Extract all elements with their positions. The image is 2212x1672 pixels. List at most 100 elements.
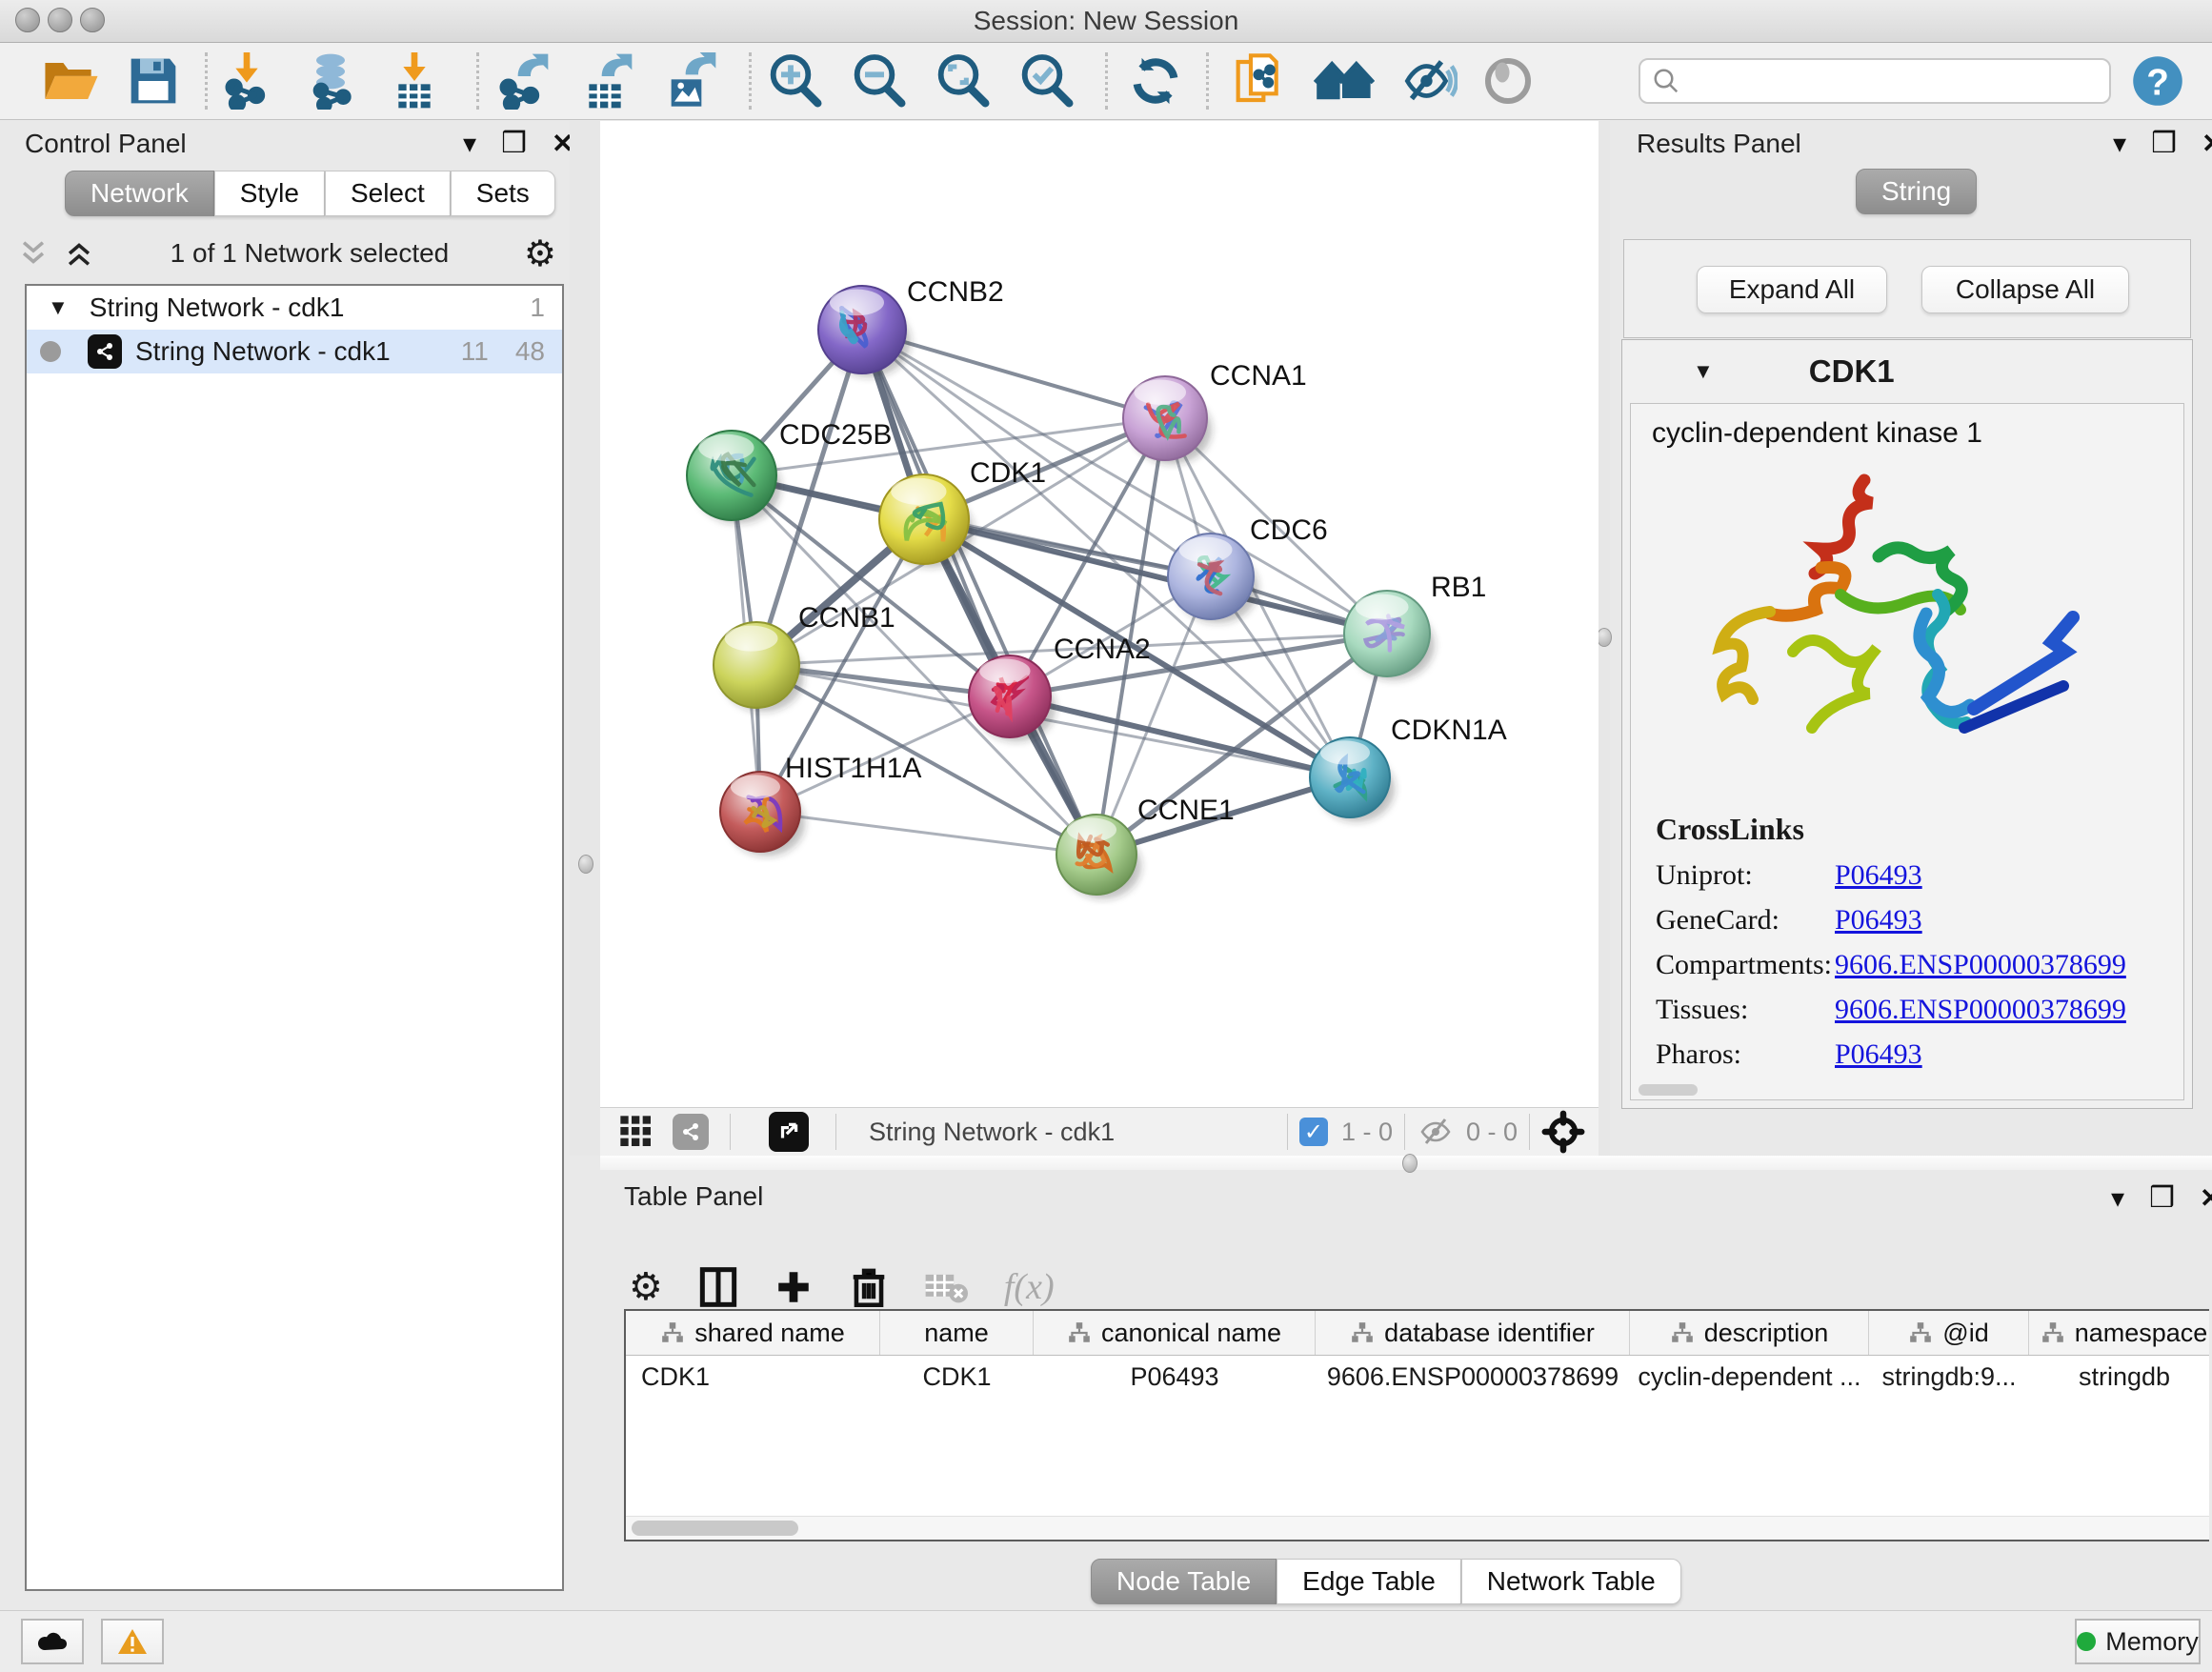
collapse-all-icon[interactable] (63, 237, 95, 270)
window-close-button[interactable] (15, 8, 40, 32)
network-edge[interactable] (1010, 696, 1350, 777)
left-splitter[interactable] (570, 121, 600, 1156)
zoom-out-icon[interactable] (846, 50, 913, 111)
table-hscrollbar-thumb[interactable] (632, 1521, 798, 1536)
export-image-icon[interactable] (655, 50, 722, 111)
add-column-icon[interactable] (774, 1267, 814, 1307)
table-cell[interactable]: stringdb (2029, 1356, 2212, 1398)
network-node-HIST1H1A[interactable]: HIST1H1A (720, 753, 921, 856)
import-network-database-icon[interactable] (297, 50, 364, 111)
network-collection-row[interactable]: ▼ String Network - cdk1 1 (27, 286, 562, 330)
tab-node-table[interactable]: Node Table (1091, 1559, 1277, 1604)
expand-all-icon[interactable] (17, 237, 50, 270)
zoom-in-icon[interactable] (762, 50, 829, 111)
network-edge[interactable] (760, 812, 1096, 855)
network-row[interactable]: String Network - cdk1 11 48 (27, 330, 562, 373)
table-row[interactable]: CDK1CDK1P064939606.ENSP00000378699cyclin… (626, 1356, 2209, 1398)
network-node-CCNA1[interactable]: CCNA1 (1123, 360, 1307, 464)
network-canvas[interactable]: CCNB2CCNA1CDC25BCDK1CDC6RB1CCNB1CCNA2CDK… (600, 121, 1599, 1107)
collection-collapse-icon[interactable]: ▼ (48, 295, 69, 320)
tab-style[interactable]: Style (214, 171, 325, 216)
horizontal-splitter[interactable] (600, 1156, 2212, 1170)
network-node-CDKN1A[interactable]: CDKN1A (1310, 715, 1507, 821)
houses-icon[interactable] (1311, 50, 1377, 111)
results-entry-header[interactable]: ▼ CDK1 (1622, 340, 2192, 403)
tab-select[interactable]: Select (325, 171, 451, 216)
column-header-canonical-name[interactable]: canonical name (1034, 1311, 1316, 1355)
crosslink-link[interactable]: P06493 (1835, 859, 1922, 892)
table-hscrollbar[interactable] (626, 1516, 2209, 1540)
window-minimize-button[interactable] (48, 8, 72, 32)
search-input[interactable] (1639, 58, 2111, 104)
import-table-icon[interactable] (381, 50, 448, 111)
column-header--id[interactable]: @id (1869, 1311, 2029, 1355)
export-network-icon[interactable] (488, 50, 554, 111)
tab-string[interactable]: String (1856, 169, 1977, 214)
crosslink-link[interactable]: P06493 (1835, 904, 1922, 937)
tab-edge-table[interactable]: Edge Table (1277, 1559, 1461, 1604)
tab-network[interactable]: Network (65, 171, 214, 216)
results-scrollbar-thumb[interactable] (1639, 1084, 1698, 1096)
network-node-CDK1[interactable]: CDK1 (879, 457, 1046, 568)
hide-eye-icon[interactable] (1395, 50, 1461, 111)
warning-button[interactable] (101, 1619, 164, 1664)
column-header-name[interactable]: name (880, 1311, 1034, 1355)
search-input-field[interactable] (1680, 66, 2109, 97)
export-table-icon[interactable] (572, 50, 638, 111)
column-header-namespace[interactable]: namespace (2029, 1311, 2212, 1355)
open-session-icon[interactable] (38, 50, 105, 111)
zoom-selected-icon[interactable] (1014, 50, 1080, 111)
right-splitter[interactable] (1599, 121, 1610, 1156)
results-panel-close-icon[interactable]: ✕ (2202, 128, 2212, 159)
table-gear-icon[interactable]: ⚙ (629, 1265, 663, 1309)
network-type-badge-icon[interactable] (673, 1114, 709, 1150)
table-panel-menu-icon[interactable]: ▾ (2111, 1182, 2124, 1214)
tab-network-table[interactable]: Network Table (1461, 1559, 1681, 1604)
column-header-database-identifier[interactable]: database identifier (1316, 1311, 1630, 1355)
network-node-RB1[interactable]: RB1 (1344, 572, 1486, 680)
table-cell[interactable]: CDK1 (626, 1356, 880, 1398)
entry-collapse-icon[interactable]: ▼ (1693, 359, 1714, 384)
column-header-shared-name[interactable]: shared name (626, 1311, 880, 1355)
zoom-fit-icon[interactable] (930, 50, 996, 111)
help-icon[interactable]: ? (2124, 50, 2191, 111)
cloud-button[interactable] (21, 1619, 84, 1664)
control-panel-float-icon[interactable]: ❒ (501, 127, 527, 160)
node-table[interactable]: shared namenamecanonical namedatabase id… (624, 1309, 2209, 1541)
network-node-CCNE1[interactable]: CCNE1 (1056, 795, 1235, 898)
table-cell[interactable]: CDK1 (880, 1356, 1034, 1398)
network-options-gear-icon[interactable]: ⚙ (524, 232, 556, 274)
table-cell[interactable]: P06493 (1034, 1356, 1316, 1398)
table-cell[interactable]: cyclin-dependent ... (1630, 1356, 1869, 1398)
control-panel-menu-icon[interactable]: ▾ (463, 128, 476, 159)
show-columns-icon[interactable] (699, 1266, 737, 1308)
results-panel-float-icon[interactable]: ❒ (2151, 127, 2177, 160)
left-splitter-handle[interactable] (578, 855, 593, 874)
crosslink-link[interactable]: P06493 (1835, 1038, 1922, 1071)
clone-network-icon[interactable] (1227, 50, 1294, 111)
network-edge-count: 48 (515, 336, 545, 367)
table-cell[interactable]: stringdb:9... (1869, 1356, 2029, 1398)
save-session-icon[interactable] (120, 50, 187, 111)
delete-column-icon[interactable] (850, 1266, 888, 1308)
crosshair-icon[interactable] (1541, 1110, 1585, 1154)
refresh-icon[interactable] (1122, 50, 1189, 111)
memory-button[interactable]: Memory (2075, 1619, 2201, 1664)
network-node-CCNB1[interactable]: CCNB1 (714, 602, 895, 712)
selected-checkbox-icon[interactable]: ✓ (1299, 1118, 1328, 1146)
import-network-icon[interactable] (213, 50, 280, 111)
expand-all-button[interactable]: Expand All (1697, 266, 1887, 313)
table-panel-close-icon[interactable]: ✕ (2200, 1182, 2212, 1214)
crosslink-link[interactable]: 9606.ENSP00000378699 (1835, 949, 2126, 981)
collapse-all-button[interactable]: Collapse All (1921, 266, 2129, 313)
results-panel-menu-icon[interactable]: ▾ (2113, 128, 2126, 159)
view-grid-icon[interactable] (617, 1113, 655, 1151)
column-header-description[interactable]: description (1630, 1311, 1869, 1355)
window-zoom-button[interactable] (80, 8, 105, 32)
table-panel-float-icon[interactable]: ❒ (2149, 1181, 2175, 1215)
sphere-icon[interactable] (1475, 50, 1541, 111)
open-in-window-icon[interactable] (769, 1112, 809, 1152)
tab-sets[interactable]: Sets (451, 171, 555, 216)
table-cell[interactable]: 9606.ENSP00000378699 (1316, 1356, 1630, 1398)
crosslink-link[interactable]: 9606.ENSP00000378699 (1835, 994, 2126, 1026)
